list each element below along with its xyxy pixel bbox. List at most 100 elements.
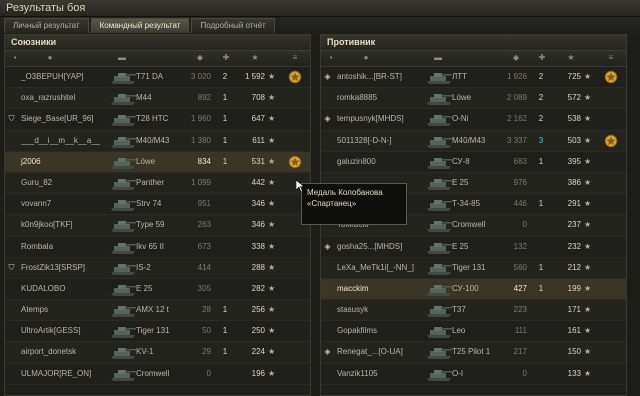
player-name[interactable]: oxa_razrushitel <box>21 88 115 108</box>
tank-image <box>427 115 452 127</box>
player-row[interactable]: ⛉ Siege_Base[UR_96] T28 HTC 1 960 1 647 ★ <box>5 109 310 131</box>
xp-icon[interactable]: ◆ <box>195 53 205 63</box>
player-damage: 288 <box>251 262 265 272</box>
star-icon: ★ <box>584 241 592 251</box>
player-name[interactable]: Guru_82 <box>21 173 115 193</box>
player-row[interactable]: KUDALOBO E 25 305 282 ★ <box>5 279 310 301</box>
player-name[interactable]: LeXa_MeTk1i[_-NN_] <box>337 258 431 278</box>
player-damage: 133 <box>567 368 581 378</box>
player-name[interactable]: KUDALOBO <box>21 279 115 299</box>
player-row[interactable]: Gopakfilms Leo 111 161 ★ <box>321 321 626 343</box>
player-row[interactable]: ULMAJOR[RE_ON] Cromwell 0 196 ★ <box>5 364 310 385</box>
player-name[interactable]: 5011328[-D-N-] <box>337 131 431 151</box>
damage-icon[interactable]: ★ <box>250 53 260 63</box>
player-damage: 346 <box>251 220 265 230</box>
medal-icon[interactable] <box>604 134 618 148</box>
kills-icon[interactable]: ✚ <box>221 53 231 63</box>
player-xp: 446 <box>513 199 527 209</box>
star-icon: ★ <box>584 114 592 124</box>
medal-icon[interactable] <box>288 70 302 84</box>
player-name[interactable]: tempusnyk[MHDS] <box>337 109 431 129</box>
star-icon: ★ <box>268 347 276 357</box>
tab-personal-result[interactable]: Личный результат <box>4 18 89 33</box>
player-row[interactable]: j2006 Löwe 834 1 531 ★ <box>5 151 310 173</box>
player-row[interactable]: oxa_razrushitel M44 892 1 708 ★ <box>5 88 310 110</box>
tank-icon[interactable]: ▬ <box>433 53 443 63</box>
player-row[interactable]: ◈ gosha25...[MHDS] E 25 132 232 ★ <box>321 237 626 258</box>
player-icon[interactable]: ● <box>361 53 371 63</box>
player-name[interactable]: Rombala <box>21 237 115 257</box>
player-xp: 2 089 <box>506 93 527 103</box>
player-row[interactable]: UltroArtik[GESS] Tiger 131 50 1 250 ★ <box>5 321 310 343</box>
star-icon: ★ <box>268 305 276 315</box>
player-row[interactable]: _O3BEPUH[YAP] T71 DA 3 020 2 1 592 ★ <box>5 67 310 89</box>
tab-team-result[interactable]: Командный результат <box>90 18 190 33</box>
squad-icon[interactable]: ▪ <box>326 53 336 63</box>
player-name[interactable]: ___d__i__m__k__a__ <box>21 131 115 151</box>
player-damage: 237 <box>567 220 581 230</box>
player-name[interactable]: Atemps <box>21 300 115 320</box>
player-row[interactable]: 5011328[-D-N-] M40/M43 3 337 3 503 ★ <box>321 130 626 152</box>
enemies-list: ◈ antoshik...[BR-ST] ЛТТ 1 926 2 725 ★ romka888… <box>321 67 626 385</box>
player-icon[interactable]: ● <box>45 53 55 63</box>
medal-column-icon[interactable]: ≡ <box>290 53 300 63</box>
player-kills: 1 <box>222 135 228 145</box>
player-row[interactable]: ⛉ FrostZik13[SRSP] IS-2 414 288 ★ <box>5 257 310 279</box>
player-row[interactable]: stasusyk T37 223 171 ★ <box>321 300 626 322</box>
player-xp: 3 337 <box>506 135 527 145</box>
player-xp: 892 <box>197 93 211 103</box>
tank-image <box>111 221 136 233</box>
squad-icon[interactable]: ▪ <box>10 53 20 63</box>
player-kills: 3 <box>538 135 544 145</box>
player-xp: 111 <box>514 326 527 336</box>
player-name[interactable]: stasusyk <box>337 300 431 320</box>
player-row[interactable]: ◈ antoshik...[BR-ST] ЛТТ 1 926 2 725 ★ <box>321 67 626 89</box>
player-name[interactable]: Vanzik1105 <box>337 364 431 384</box>
player-name[interactable]: airport_donetsk <box>21 342 115 362</box>
player-name[interactable]: _O3BEPUH[YAP] <box>21 67 115 87</box>
medal-icon[interactable] <box>288 155 302 169</box>
tank-image <box>427 242 452 254</box>
player-name[interactable]: ULMAJOR[RE_ON] <box>21 364 115 384</box>
player-row[interactable]: Guru_82 Panther 1 099 442 ★ <box>5 172 310 195</box>
player-xp: 834 <box>197 156 211 166</box>
player-name[interactable]: antoshik...[BR-ST] <box>337 67 431 87</box>
player-name[interactable]: j2006 <box>21 152 115 172</box>
player-row[interactable]: romka8885 Löwe 2 089 2 572 ★ <box>321 88 626 110</box>
medal-icon[interactable] <box>604 70 618 84</box>
player-name[interactable]: Renegat_...[O-UA] <box>337 342 431 362</box>
player-row[interactable]: macckim СУ-100 427 1 199 ★ <box>321 278 626 301</box>
tank-image <box>427 221 452 233</box>
player-row[interactable]: ___d__i__m__k__a__ M40/M43 1 380 1 611 ★ <box>5 130 310 152</box>
player-row[interactable]: vovann7 Strv 74 951 346 ★ <box>5 194 310 216</box>
player-row[interactable]: k0n9jkoo[TKF] Type 59 263 346 ★ <box>5 215 310 237</box>
player-row[interactable]: galuzin800 СУ-8 683 1 395 ★ <box>321 152 626 173</box>
kills-icon[interactable]: ✚ <box>537 53 547 63</box>
player-row[interactable]: Vanzik1105 O-I 0 133 ★ <box>321 364 626 385</box>
player-name[interactable]: UltroArtik[GESS] <box>21 321 115 341</box>
tank-icon[interactable]: ▬ <box>117 53 127 63</box>
player-name[interactable]: gosha25...[MHDS] <box>337 237 431 257</box>
medal-column-icon[interactable]: ≡ <box>606 53 616 63</box>
player-row[interactable]: airport_donetsk KV-1 29 1 224 ★ <box>5 342 310 364</box>
player-name[interactable]: vovann7 <box>21 194 115 214</box>
player-name[interactable]: Gopakfilms <box>337 321 431 341</box>
player-row[interactable]: ◈ tempusnyk[MHDS] O-Ni 2 162 2 538 ★ <box>321 109 626 131</box>
player-name[interactable]: galuzin800 <box>337 152 431 172</box>
player-name[interactable]: FrostZik13[SRSP] <box>21 258 115 278</box>
xp-icon[interactable]: ◆ <box>511 53 521 63</box>
player-row[interactable]: LeXa_MeTk1i[_-NN_] Tiger 131 560 1 212 ★ <box>321 257 626 279</box>
player-kills: 1 <box>222 93 228 103</box>
star-icon: ★ <box>584 305 592 315</box>
player-name[interactable]: macckim <box>337 279 431 299</box>
player-name[interactable]: Siege_Base[UR_96] <box>21 109 115 129</box>
tank-name: Ikv 65 II <box>136 241 165 251</box>
player-row[interactable]: ◈ Renegat_...[O-UA] T25 Pilot 1 217 150 ★ <box>321 342 626 364</box>
tab-detailed-report[interactable]: Подробный отчёт <box>191 18 275 33</box>
player-row[interactable]: Rombala Ikv 65 II 673 338 ★ <box>5 237 310 258</box>
player-kills: 2 <box>222 72 228 81</box>
player-row[interactable]: Atemps AMX 12 t 28 1 256 ★ <box>5 300 310 322</box>
player-name[interactable]: romka8885 <box>337 88 431 108</box>
damage-icon[interactable]: ★ <box>566 53 576 63</box>
player-name[interactable]: k0n9jkoo[TKF] <box>21 215 115 235</box>
